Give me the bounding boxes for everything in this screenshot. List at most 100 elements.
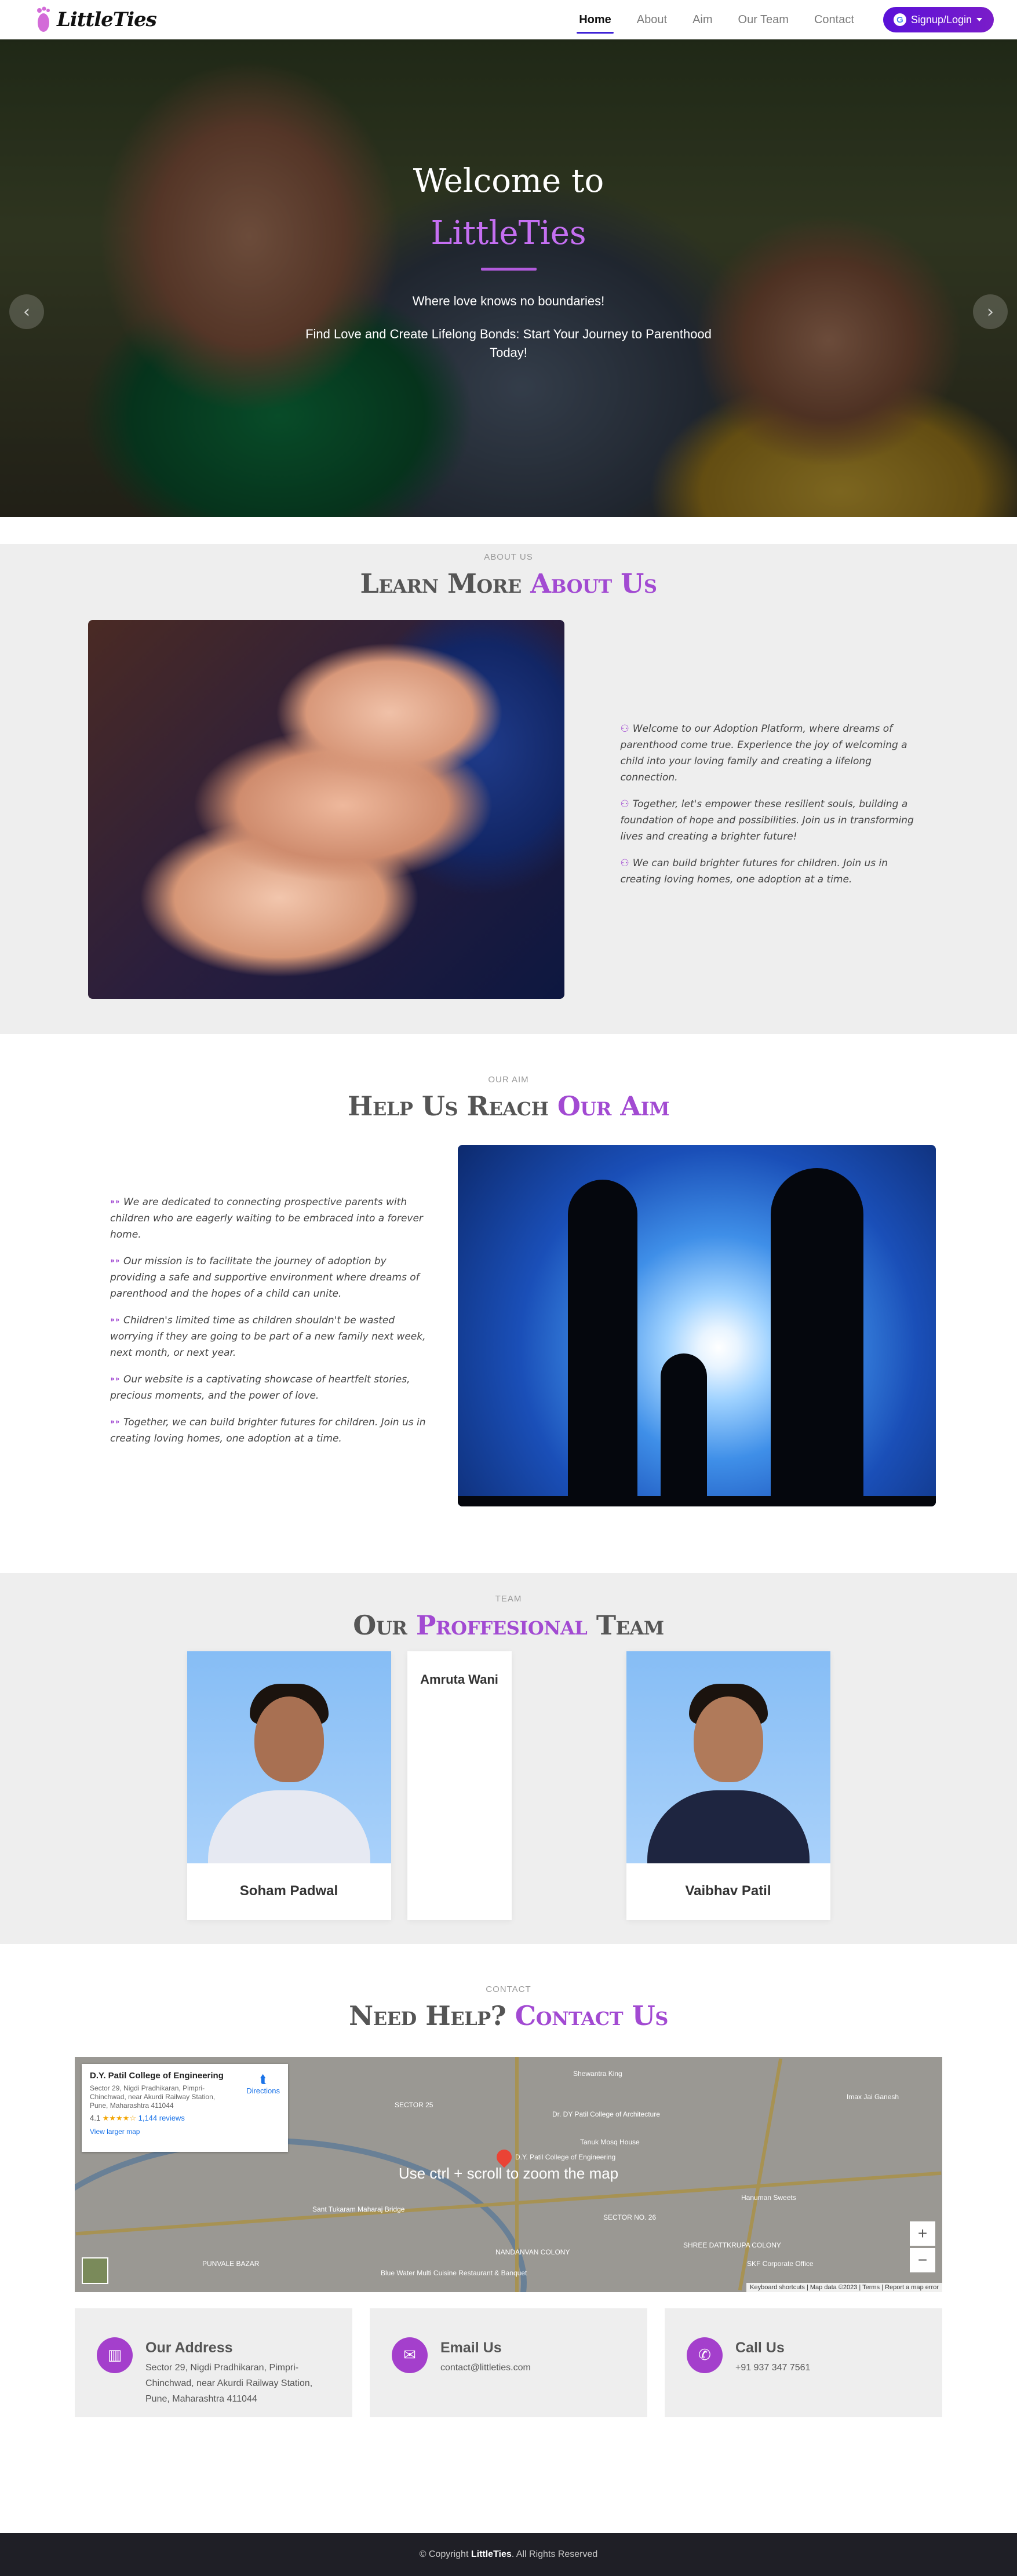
aim-paragraph-text: Our mission is to facilitate the journey… — [110, 1256, 420, 1300]
contact-phone[interactable]: +91 937 347 7561 — [735, 2360, 810, 2376]
team-member-name: Vaibhav Patil — [685, 1883, 771, 1899]
about-row: ⚇ Welcome to our Adoption Platform, where… — [0, 620, 1017, 999]
hero-title: Welcome to LittleTies — [0, 155, 1017, 260]
map-place-address: Sector 29, Nigdi Pradhikaran, Pimpri-Chi… — [90, 2084, 216, 2110]
envelope-icon: ✉ — [392, 2337, 428, 2373]
hero-text: Find Love and Create Lifelong Bonds: Sta… — [305, 327, 712, 360]
about-paragraph-text: Together, let's empower these resilient … — [620, 798, 914, 842]
photo-shirt — [207, 1790, 370, 1863]
about-title: Learn More About Us — [0, 568, 1017, 599]
aim-paragraph-text: We are dedicated to connecting prospecti… — [110, 1196, 423, 1240]
about-paragraph: ⚇ Welcome to our Adoption Platform, where… — [620, 721, 929, 786]
about-paragraph: ⚇ Together, let's empower these resilient… — [620, 796, 929, 845]
aim-paragraph: ⁍⁍ Together, we can build brighter future… — [110, 1414, 431, 1447]
team-section: Team Our Proffesional Team Soham Padwal … — [0, 1573, 1017, 1944]
signup-login-button[interactable]: G Signup/Login — [883, 7, 994, 32]
silhouette-woman — [567, 1180, 637, 1506]
footsteps-icon: ⁍⁍ — [110, 1315, 120, 1326]
carousel-next-button[interactable]: › — [973, 294, 1008, 329]
contact-cards: ▥ Our Address Sector 29, Nigdi Pradhikar… — [75, 2308, 942, 2417]
map-label: Dr. DY Patil College of Architecture — [552, 2110, 660, 2118]
copyright-suffix: . All Rights Reserved — [511, 2549, 598, 2559]
hero-carousel: Welcome to LittleTies Where love knows n… — [0, 39, 1017, 517]
contact-card-title: Email Us — [440, 2340, 502, 2356]
silhouette-man — [770, 1168, 863, 1506]
team-member-name: Soham Padwal — [239, 1883, 338, 1899]
carousel-prev-button[interactable]: ‹ — [9, 294, 44, 329]
footsteps-icon: ⁍⁍ — [110, 1417, 120, 1428]
aim-paragraph: ⁍⁍ We are dedicated to connecting prospec… — [110, 1194, 431, 1243]
map-label: Shewantra King — [573, 2070, 622, 2078]
logo[interactable]: LittleTies — [35, 5, 157, 34]
nav-contact[interactable]: Contact — [814, 9, 854, 31]
copyright-prefix: © Copyright — [419, 2549, 471, 2559]
map-label: SHREE DATTKRUPA COLONY — [683, 2241, 781, 2249]
map-satellite-toggle[interactable] — [82, 2257, 108, 2284]
nav-home[interactable]: Home — [577, 9, 614, 34]
team-card: Vaibhav Patil — [626, 1651, 830, 1920]
chevron-right-icon: › — [987, 301, 994, 322]
view-larger-map-link[interactable]: View larger map — [90, 2128, 280, 2136]
photo-face — [693, 1696, 763, 1782]
copyright: © Copyright LittleTies. All Rights Reser… — [420, 2549, 598, 2560]
map-pin-label: D.Y. Patil College of Engineering — [515, 2153, 616, 2161]
contact-email[interactable]: contact@littleties.com — [440, 2360, 531, 2376]
map-label: Hanuman Sweets — [741, 2194, 796, 2202]
contact-card-title: Our Address — [145, 2340, 233, 2356]
hero-content: Welcome to LittleTies Where love knows n… — [0, 155, 1017, 362]
chevron-left-icon: ‹ — [23, 301, 30, 322]
caret-down-icon — [976, 18, 982, 21]
people-icon: ⚇ — [620, 858, 629, 869]
nav-links: Home About Aim Our Team Contact — [577, 9, 854, 34]
team-card: Amruta Wani — [407, 1651, 512, 1920]
reviews-link[interactable]: 1,144 reviews — [138, 2114, 185, 2122]
google-icon: G — [893, 13, 906, 26]
nav-aim[interactable]: Aim — [692, 9, 712, 31]
photo-face — [254, 1696, 324, 1782]
map-zoom-hint: Use ctrl + scroll to zoom the map — [398, 2165, 619, 2182]
aim-section: Our Aim Help Us Reach Our Aim ⁍⁍ We are d… — [0, 1034, 1017, 1573]
about-paragraph-text: We can build brighter futures for childr… — [620, 858, 888, 885]
rating-value: 4.1 — [90, 2114, 101, 2122]
map-label: SECTOR 25 — [395, 2101, 433, 2109]
map-label: NANDANVAN COLONY — [495, 2248, 570, 2256]
contact-section: Contact Need Help? Contact Us D.Y. Patil… — [0, 1944, 1017, 2465]
aim-paragraph-text: Our website is a captivating showcase of… — [110, 1374, 410, 1402]
aim-paragraph: ⁍⁍ Our website is a captivating showcase … — [110, 1371, 431, 1404]
about-paragraph-text: Welcome to our Adoption Platform, where … — [620, 723, 907, 783]
team-member-photo — [626, 1651, 830, 1863]
footsteps-icon: ⁍⁍ — [110, 1196, 120, 1208]
team-title-accent: Proffesional — [415, 1610, 588, 1641]
footsteps-icon: ⁍⁍ — [110, 1256, 120, 1267]
about-title-plain: Learn More — [360, 568, 531, 599]
hero-title-brand: LittleTies — [431, 214, 586, 252]
contact-card-text: Sector 29, Nigdi Pradhikaran, Pimpri-Chi… — [145, 2363, 313, 2404]
map-label: SKF Corporate Office — [747, 2260, 814, 2268]
hero-title-line1: Welcome to — [413, 162, 604, 200]
directions-button[interactable]: ⮬ Directions — [246, 2073, 280, 2095]
map-zoom-in-button[interactable]: + — [910, 2221, 935, 2246]
aim-label: Our Aim — [488, 1075, 529, 1085]
hero-divider — [480, 268, 537, 271]
people-icon: ⚇ — [620, 798, 629, 810]
team-title-plain: Team — [587, 1610, 664, 1641]
map-zoom-out-button[interactable]: − — [910, 2248, 935, 2272]
map-attribution[interactable]: Keyboard shortcuts | Map data ©2023 | Te… — [746, 2283, 942, 2292]
team-member-photo — [187, 1651, 391, 1863]
aim-paragraph: ⁍⁍ Our mission is to facilitate the journ… — [110, 1253, 431, 1302]
nav-about[interactable]: About — [637, 9, 667, 31]
map-label: PUNVALE BAZAR — [202, 2260, 260, 2268]
email-card: ✉ Email Us contact@littleties.com — [370, 2308, 647, 2417]
phone-icon: ✆ — [687, 2337, 723, 2373]
map-icon: ▥ — [97, 2337, 133, 2373]
nav-our-team[interactable]: Our Team — [738, 9, 789, 31]
map-place-card: D.Y. Patil College of Engineering Sector… — [82, 2064, 288, 2152]
directions-icon: ⮬ — [260, 2073, 267, 2086]
aim-title: Help Us Reach Our Aim — [0, 1090, 1017, 1122]
aim-title-accent: Our Aim — [557, 1090, 670, 1122]
team-member-name: Amruta Wani — [420, 1672, 498, 1687]
contact-card-title: Call Us — [735, 2340, 785, 2356]
grass — [457, 1496, 936, 1506]
google-map[interactable]: D.Y. Patil College of Engineering Shewan… — [75, 2057, 942, 2292]
contact-title-plain: Need Help? — [349, 2000, 515, 2031]
